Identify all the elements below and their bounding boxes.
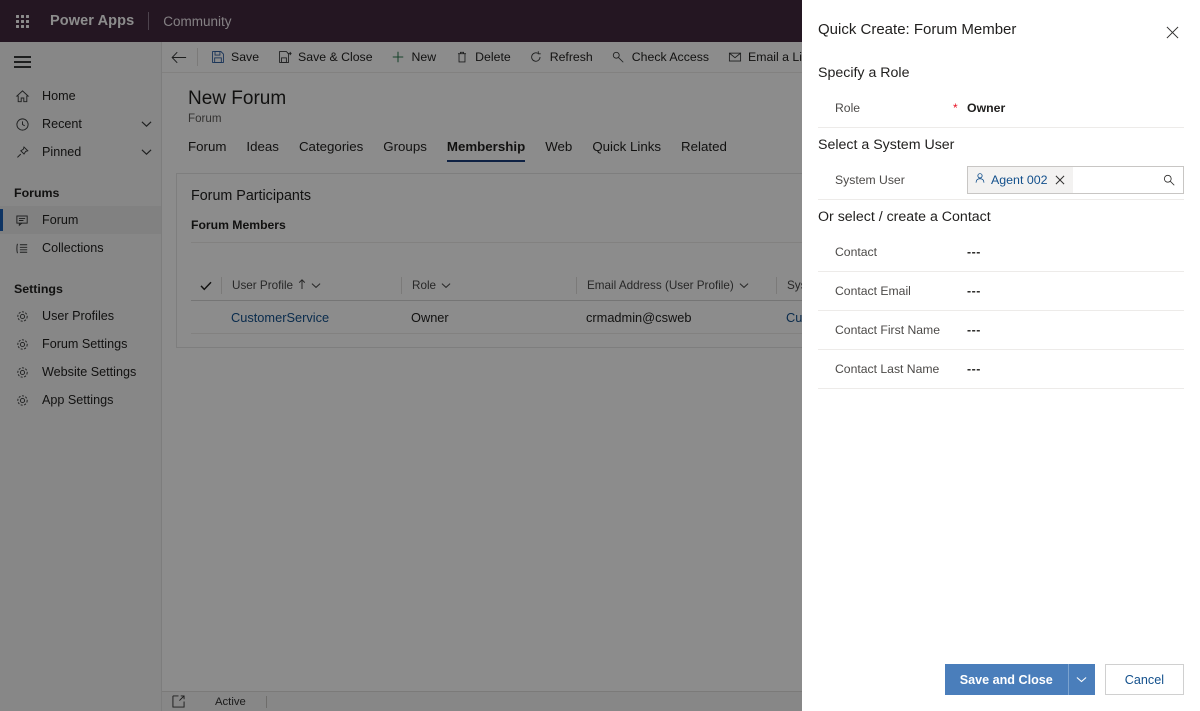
field-label: Contact First Name bbox=[835, 323, 940, 337]
field-label: Contact Email bbox=[835, 284, 911, 298]
panel-header: Quick Create: Forum Member bbox=[802, 0, 1200, 44]
field-role[interactable]: Role * Owner bbox=[818, 89, 1184, 128]
field-contact-last-name[interactable]: Contact Last Name --- bbox=[818, 350, 1184, 389]
section-heading-system-user: Select a System User bbox=[818, 137, 955, 153]
panel-body: Specify a Role Role * Owner Select a Sys… bbox=[802, 44, 1200, 664]
cancel-button[interactable]: Cancel bbox=[1104, 664, 1184, 695]
person-icon bbox=[974, 171, 986, 189]
app-root: Power Apps Community Home Recent Pinned … bbox=[0, 0, 1200, 711]
modal-overlay[interactable] bbox=[0, 0, 802, 711]
field-value: --- bbox=[967, 362, 981, 376]
section-heading-role: Specify a Role bbox=[818, 65, 910, 81]
field-contact-first-name[interactable]: Contact First Name --- bbox=[818, 311, 1184, 350]
field-contact-email[interactable]: Contact Email --- bbox=[818, 272, 1184, 311]
close-icon[interactable] bbox=[1158, 20, 1186, 44]
field-label: Contact bbox=[835, 245, 878, 259]
panel-title: Quick Create: Forum Member bbox=[818, 21, 1017, 38]
field-system-user[interactable]: System User Agent 002 bbox=[818, 161, 1184, 200]
section-heading-contact: Or select / create a Contact bbox=[818, 209, 991, 225]
field-label: System User bbox=[835, 173, 905, 187]
field-value: --- bbox=[967, 245, 981, 259]
panel-footer: Save and Close Cancel bbox=[802, 664, 1200, 711]
chevron-down-icon[interactable] bbox=[1067, 664, 1095, 695]
system-user-lookup-input[interactable]: Agent 002 bbox=[967, 166, 1184, 194]
field-value: Owner bbox=[967, 101, 1006, 115]
field-value: --- bbox=[967, 284, 981, 298]
field-value: --- bbox=[967, 323, 981, 337]
field-label: Role bbox=[835, 101, 861, 115]
save-and-close-button[interactable]: Save and Close bbox=[944, 664, 1068, 695]
close-icon[interactable] bbox=[1053, 175, 1067, 185]
quick-create-panel: Quick Create: Forum Member Specify a Rol… bbox=[802, 0, 1200, 711]
save-and-close-split-button: Save and Close bbox=[944, 664, 1095, 695]
lookup-selected-pill[interactable]: Agent 002 bbox=[968, 167, 1073, 193]
required-indicator: * bbox=[953, 101, 958, 115]
field-label: Contact Last Name bbox=[835, 362, 940, 376]
lookup-selected-label: Agent 002 bbox=[991, 173, 1048, 187]
field-contact[interactable]: Contact --- bbox=[818, 233, 1184, 272]
search-icon[interactable] bbox=[1162, 173, 1179, 187]
